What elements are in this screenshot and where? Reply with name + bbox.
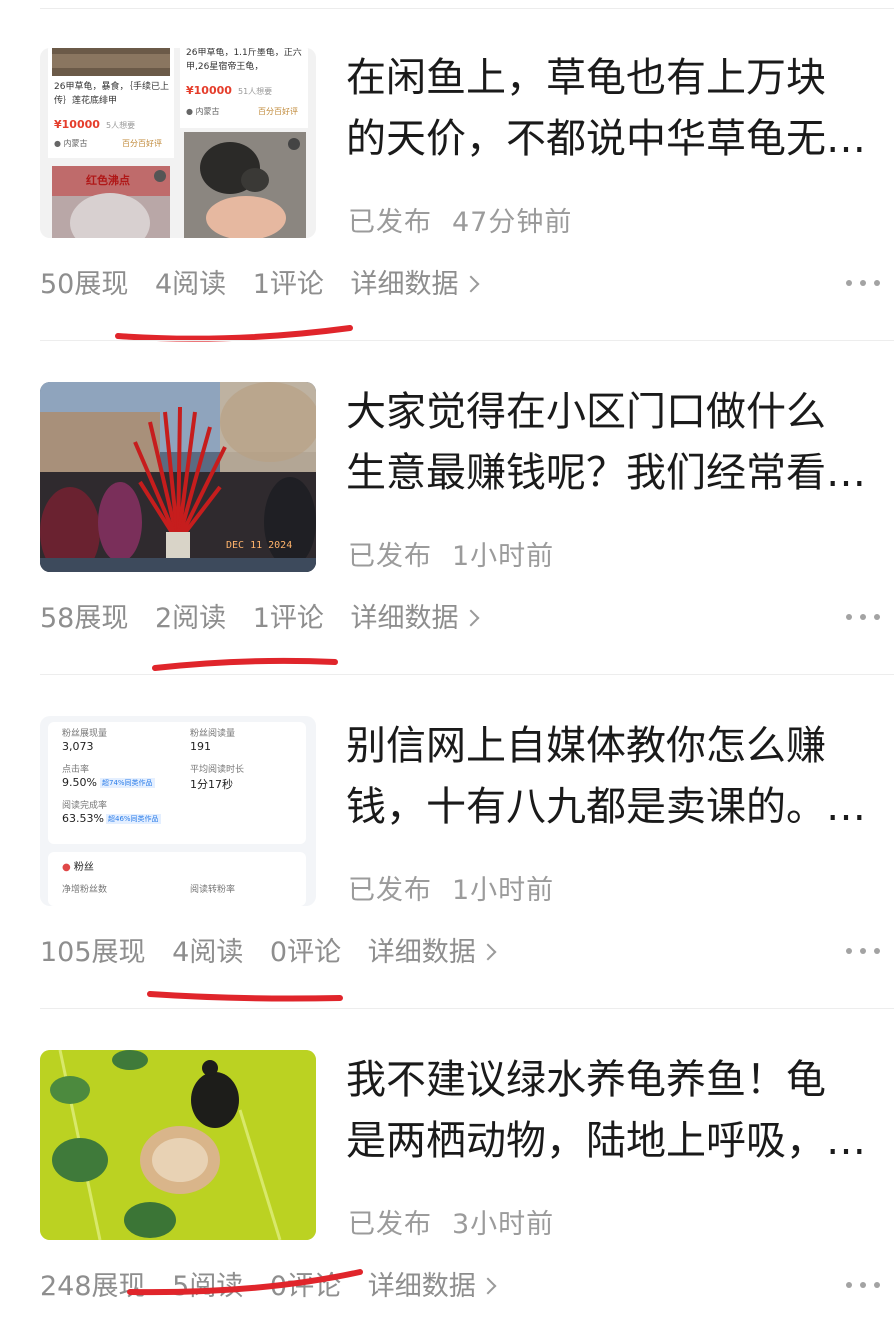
publish-status: 已发布 (348, 1209, 432, 1240)
title-line-2: 钱，十有八九都是卖课的。… (346, 784, 866, 830)
more-options-icon[interactable] (846, 948, 882, 956)
article-card-3[interactable]: 粉丝展现量 3,073 粉丝阅读量 191 点击率 9.50% 超74%同类作品… (0, 668, 894, 1002)
article-thumbnail-2[interactable]: DEC 11 2024 (40, 382, 316, 572)
title-line-1: 大家觉得在小区门口做什么 (346, 389, 826, 435)
listing-1-desc: 26甲草龟，暴食，｛手续已上传｝莲花底绯甲 (54, 82, 169, 106)
chevron-right-icon (479, 1277, 497, 1295)
publish-info-3: 已发布 1小时前 (348, 868, 554, 907)
stats-row-3: 105展现 4阅读 0评论 详细数据 (40, 930, 497, 969)
ctr-value: 9.50% (62, 776, 97, 789)
publish-time: 47分钟前 (452, 207, 573, 238)
reads-count: 4阅读 (172, 937, 244, 968)
stats-row-2: 58展现 2阅读 1评论 详细数据 (40, 596, 480, 635)
publish-info-4: 已发布 3小时前 (348, 1202, 554, 1241)
publish-status: 已发布 (348, 207, 432, 238)
chevron-right-icon (462, 609, 480, 627)
more-options-icon[interactable] (846, 614, 882, 622)
avg-time-label: 平均阅读时长 (190, 765, 245, 775)
detail-data-label: 详细数据 (367, 1271, 476, 1302)
net-fans-label: 净增粉丝数 (62, 885, 108, 895)
title-line-1: 在闲鱼上，草龟也有上万块 (346, 55, 826, 101)
detail-data-link[interactable]: 详细数据 (350, 603, 480, 634)
article-thumbnail-3[interactable]: 粉丝展现量 3,073 粉丝阅读量 191 点击率 9.50% 超74%同类作品… (40, 716, 316, 906)
title-line-2: 生意最赚钱呢？我们经常看… (346, 450, 866, 496)
date-stamp: DEC 11 2024 (226, 540, 293, 551)
article-title-2[interactable]: 大家觉得在小区门口做什么 生意最赚钱呢？我们经常看… (346, 382, 881, 504)
reads-count: 4阅读 (154, 269, 227, 300)
impressions-count: 50展现 (40, 269, 129, 300)
article-title-1[interactable]: 在闲鱼上，草龟也有上万块 的天价，不都说中华草龟无… (346, 48, 881, 170)
listing-1-wants: 5人想要 (106, 121, 136, 130)
more-options-icon[interactable] (846, 280, 882, 288)
turtle-green-water-image (40, 1050, 316, 1240)
publish-status: 已发布 (348, 541, 432, 572)
listing-1-tag: 百分百好评 (122, 139, 162, 148)
article-card-2[interactable]: DEC 11 2024 大家觉得在小区门口做什么 生意最赚钱呢？我们经常看… 已… (0, 334, 894, 671)
ctr-badge: 超74%同类作品 (100, 778, 155, 788)
publish-status: 已发布 (348, 875, 432, 906)
completion-badge: 超46%同类作品 (106, 814, 161, 824)
publish-time: 1小时前 (452, 541, 555, 572)
red-underline-annotation (127, 1269, 363, 1296)
detail-data-label: 详细数据 (367, 937, 476, 968)
title-line-1: 别信网上自媒体教你怎么赚 (346, 723, 826, 769)
fans-reads-label: 粉丝阅读量 (190, 729, 236, 739)
impressions-count: 58展现 (40, 603, 129, 634)
detail-data-label: 详细数据 (350, 603, 459, 634)
chevron-right-icon (479, 943, 497, 961)
fans-reads-value: 191 (190, 740, 211, 753)
article-card-4[interactable]: 我不建议绿水养龟养鱼！龟 是两栖动物，陆地上呼吸，… 已发布 3小时前 248展现… (0, 1002, 894, 1335)
person-icon: ● (62, 862, 71, 873)
title-line-2: 是两栖动物，陆地上呼吸，… (346, 1118, 866, 1164)
completion-value: 63.53% (62, 812, 104, 825)
article-card-1[interactable]: 26甲草龟，暴食，｛手续已上传｝莲花底绯甲 ¥10000 5人想要 ● 内蒙古 … (0, 0, 894, 342)
fans-impressions-value: 3,073 (62, 740, 94, 753)
ctr-label: 点击率 (62, 765, 90, 775)
detail-data-link[interactable]: 详细数据 (367, 937, 497, 968)
comments-count[interactable]: 0评论 (270, 937, 341, 968)
chevron-right-icon (462, 275, 480, 293)
listing-2-price: ¥10000 (186, 84, 232, 97)
listing-2-desc: 26甲草龟，1.1斤墨龟，正六甲,26星宿帝王龟， (186, 48, 302, 72)
listing-2-tag: 百分百好评 (258, 107, 298, 116)
impressions-count: 105展现 (40, 937, 146, 968)
listing-3-label: 红色沸点 (86, 174, 130, 187)
article-title-3[interactable]: 别信网上自媒体教你怎么赚 钱，十有八九都是卖课的。… (346, 716, 881, 838)
publish-info-1: 已发布 47分钟前 (348, 200, 572, 239)
read-conv-label: 阅读转粉率 (190, 885, 236, 895)
listing-2-seller: ● 内蒙古 (186, 107, 220, 116)
comments-count[interactable]: 1评论 (253, 269, 324, 300)
fans-impressions-label: 粉丝展现量 (62, 729, 108, 739)
detail-data-label: 详细数据 (350, 269, 459, 300)
article-thumbnail-4[interactable] (40, 1050, 316, 1240)
article-feed: 26甲草龟，暴食，｛手续已上传｝莲花底绯甲 ¥10000 5人想要 ● 内蒙古 … (0, 0, 894, 1341)
more-options-icon[interactable] (846, 1282, 882, 1290)
title-line-1: 我不建议绿水养龟养鱼！龟 (346, 1057, 826, 1103)
avg-time-value: 1分17秒 (190, 778, 233, 791)
detail-data-link[interactable]: 详细数据 (367, 1271, 497, 1302)
reads-count: 2阅读 (154, 603, 227, 634)
listing-1-price: ¥10000 (54, 118, 100, 131)
article-title-4[interactable]: 我不建议绿水养龟养鱼！龟 是两栖动物，陆地上呼吸，… (346, 1050, 881, 1172)
detail-data-link[interactable]: 详细数据 (350, 269, 480, 300)
publish-time: 3小时前 (452, 1209, 555, 1240)
title-line-2: 的天价，不都说中华草龟无… (346, 116, 866, 162)
fans-section-title: ● 粉丝 (62, 862, 94, 873)
stats-row-1: 50展现 4阅读 1评论 详细数据 (40, 262, 480, 301)
completion-label: 阅读完成率 (62, 801, 108, 811)
publish-info-2: 已发布 1小时前 (348, 534, 554, 573)
article-thumbnail-1[interactable]: 26甲草龟，暴食，｛手续已上传｝莲花底绯甲 ¥10000 5人想要 ● 内蒙古 … (40, 48, 316, 238)
comments-count[interactable]: 1评论 (253, 603, 324, 634)
publish-time: 1小时前 (452, 875, 555, 906)
listing-2-wants: 51人想要 (238, 87, 273, 96)
listing-1-seller: ● 内蒙古 (54, 139, 88, 148)
